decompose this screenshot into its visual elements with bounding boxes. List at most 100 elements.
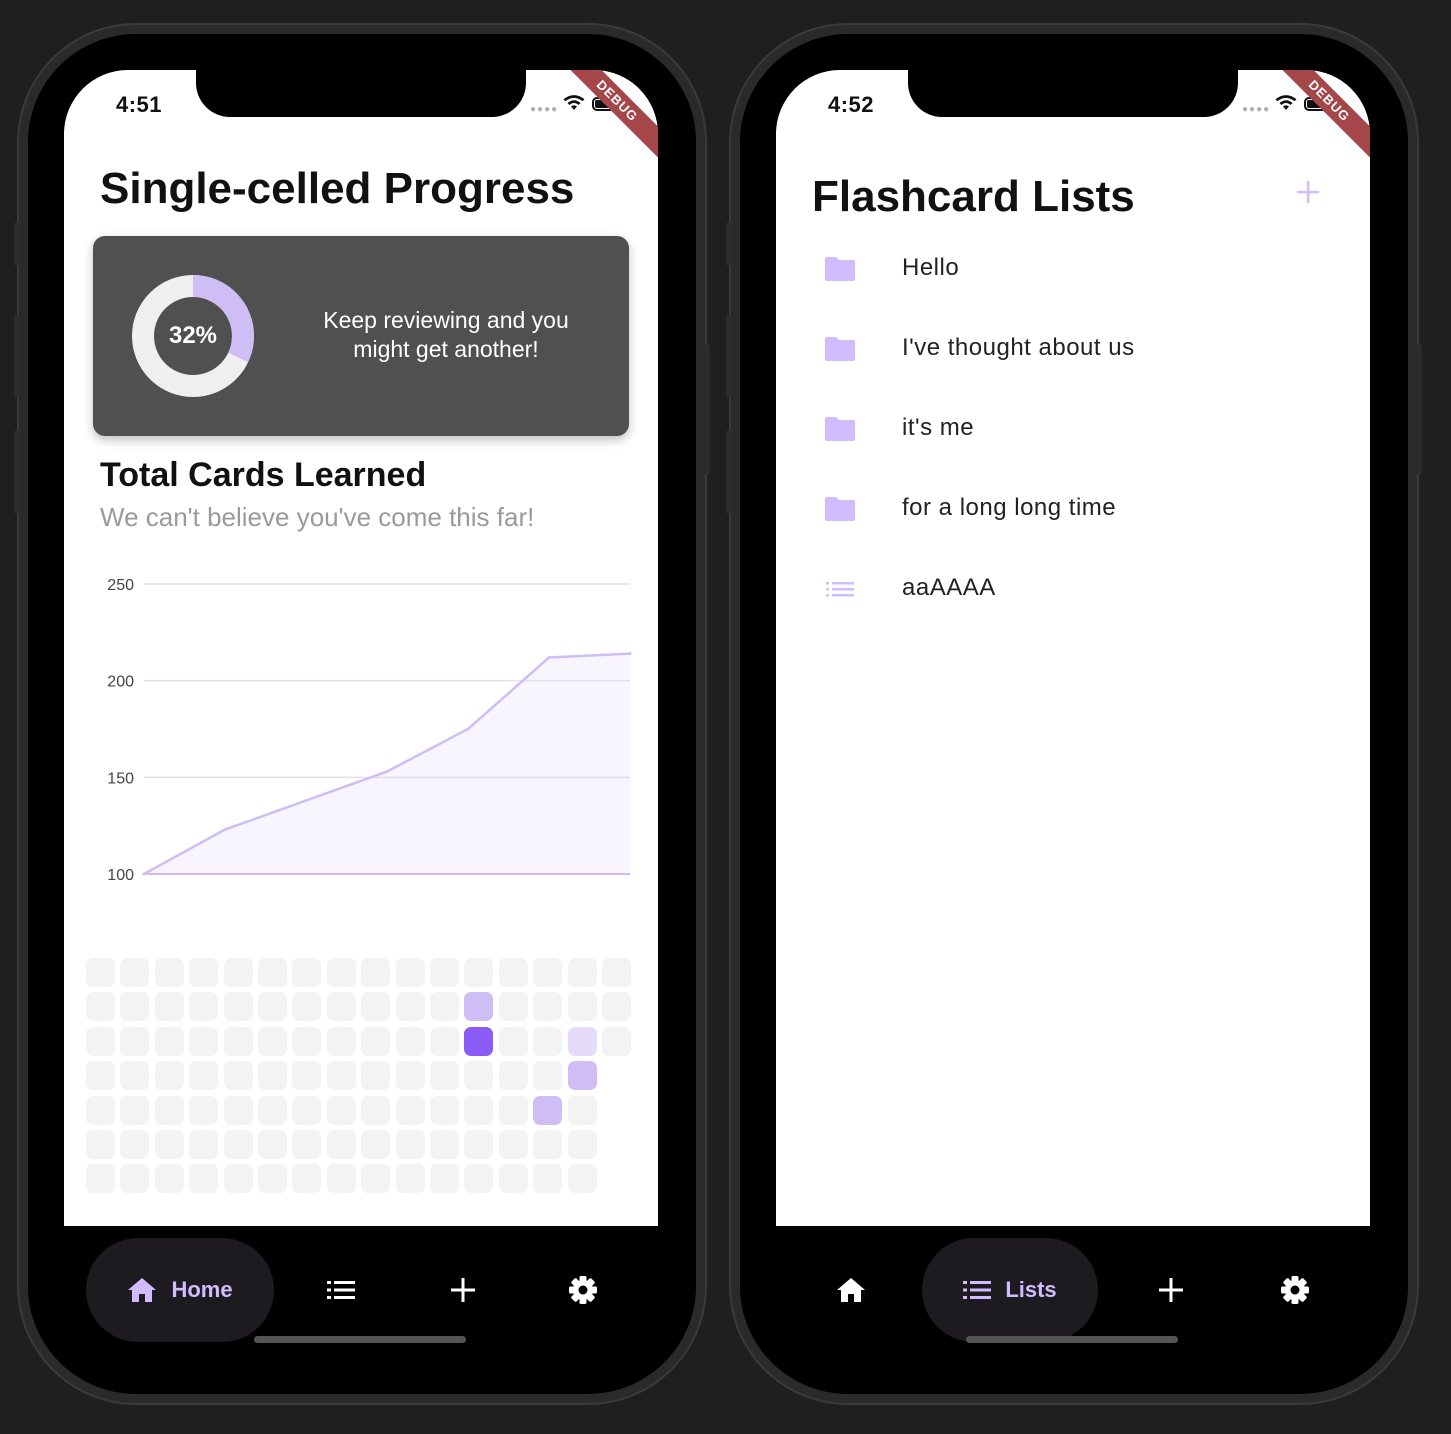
add-list-icon[interactable] <box>1290 174 1326 210</box>
folder-icon <box>825 497 855 521</box>
bottom-nav: Home <box>28 1226 696 1394</box>
list-icon <box>327 1281 355 1299</box>
page-title: Single-celled Progress <box>100 164 575 213</box>
heatmap-cell <box>395 958 425 987</box>
nav-home[interactable] <box>818 1238 884 1342</box>
activity-heatmap <box>86 958 646 1198</box>
heatmap-cell <box>395 1130 425 1159</box>
folder-icon <box>825 337 855 361</box>
heatmap-cell <box>258 1061 287 1091</box>
debug-banner: DEBUG <box>1268 70 1370 162</box>
heatmap-cell <box>223 1061 253 1091</box>
nav-lists[interactable]: Lists <box>922 1238 1098 1342</box>
list-item-label: Hello <box>902 254 960 281</box>
heatmap-cell <box>223 1130 253 1159</box>
heatmap-cell <box>292 958 322 987</box>
chart-y-tick-label: 100 <box>107 867 134 884</box>
heatmap-cell <box>464 1026 494 1056</box>
heatmap-cell <box>464 1061 494 1091</box>
heatmap-cell <box>258 1026 287 1056</box>
heatmap-cell <box>223 992 253 1022</box>
chart-data-point <box>466 727 470 731</box>
bottom-nav: Lists <box>740 1226 1408 1394</box>
nav-add-button[interactable] <box>1138 1238 1204 1342</box>
heatmap-cell <box>464 1130 494 1159</box>
heatmap-cell <box>430 992 459 1022</box>
heatmap-cell <box>292 1095 322 1125</box>
lists-screen: 4:52 ●●●● DEBUG Flashcard Lists Hello I'v… <box>776 70 1370 1226</box>
heatmap-cell <box>326 1061 356 1091</box>
heatmap-cell <box>361 1095 391 1125</box>
heatmap-cell <box>430 1164 459 1194</box>
nav-settings[interactable] <box>550 1238 616 1342</box>
gear-icon <box>569 1276 597 1304</box>
gear-icon <box>1281 1276 1309 1304</box>
chart-data-point <box>628 652 632 656</box>
heatmap-cell <box>567 958 597 987</box>
heatmap-cell <box>120 958 150 987</box>
power-button <box>704 344 710 474</box>
plus-icon <box>451 1278 475 1302</box>
progress-card: 32% Keep reviewing and you might get ano… <box>93 236 629 436</box>
volume-down-button <box>14 430 20 514</box>
heatmap-cell <box>86 1026 115 1056</box>
heatmap-cell <box>430 1130 459 1159</box>
heatmap-cell <box>154 1061 184 1091</box>
list-item-label: it's me <box>902 414 975 441</box>
list-item[interactable]: for a long long time <box>776 480 1370 540</box>
list-item-label: I've thought about us <box>902 334 1135 361</box>
nav-add-button[interactable] <box>430 1238 496 1342</box>
list-item-label: aaAAAA <box>902 574 996 601</box>
heatmap-cell <box>292 992 322 1022</box>
heatmap-cell <box>567 1061 597 1091</box>
heatmap-cell <box>326 1095 356 1125</box>
heatmap-cell <box>498 1026 528 1056</box>
heatmap-cell <box>533 992 563 1022</box>
progress-message: Keep reviewing and you might get another… <box>323 307 569 362</box>
heatmap-cell <box>464 1095 494 1125</box>
chart-y-tick-label: 150 <box>107 770 134 787</box>
folder-icon <box>825 257 855 281</box>
volume-up-button <box>14 314 20 398</box>
heatmap-cell <box>395 1026 425 1056</box>
heatmap-cell <box>567 1095 597 1125</box>
nav-home-label: Home <box>171 1277 233 1302</box>
list-item[interactable]: I've thought about us <box>776 320 1370 380</box>
heatmap-cell <box>326 992 356 1022</box>
heatmap-cell <box>498 1164 528 1194</box>
nav-settings[interactable] <box>1262 1238 1328 1342</box>
mute-switch <box>14 222 20 266</box>
heatmap-cell <box>430 958 459 987</box>
heatmap-cell <box>533 1164 563 1194</box>
cellular-signal-icon: ●●●● <box>530 104 559 115</box>
heatmap-cell <box>533 958 563 987</box>
heatmap-cell <box>292 1130 322 1159</box>
heatmap-cell <box>602 992 631 1022</box>
heatmap-cell <box>602 958 631 987</box>
heatmap-cell <box>258 1130 287 1159</box>
chart-data-point <box>142 872 146 876</box>
list-icon <box>826 582 854 597</box>
heatmap-cell <box>258 958 287 987</box>
heatmap-cell <box>120 1130 150 1159</box>
home-indicator <box>966 1336 1178 1343</box>
nav-home[interactable]: Home <box>86 1238 274 1342</box>
heatmap-cell <box>189 958 219 987</box>
phone-lists: 4:52 ●●●● DEBUG Flashcard Lists Hello I'v… <box>726 34 1422 1394</box>
heatmap-cell <box>533 1061 563 1091</box>
section-subtitle: We can't believe you've come this far! <box>100 502 535 532</box>
volume-down-button <box>726 430 732 514</box>
heatmap-cell <box>430 1026 459 1056</box>
heatmap-cell <box>223 958 253 987</box>
heatmap-cell <box>395 1164 425 1194</box>
nav-lists[interactable] <box>308 1238 374 1342</box>
list-item[interactable]: aaAAAA <box>776 560 1370 620</box>
chart-area-fill <box>144 653 630 874</box>
chart-y-tick-label: 200 <box>107 674 134 691</box>
list-item[interactable]: Hello <box>776 240 1370 300</box>
volume-up-button <box>726 314 732 398</box>
heatmap-cell <box>154 1026 184 1056</box>
heatmap-cell <box>120 992 150 1022</box>
heatmap-cell <box>498 1130 528 1159</box>
list-item[interactable]: it's me <box>776 400 1370 460</box>
